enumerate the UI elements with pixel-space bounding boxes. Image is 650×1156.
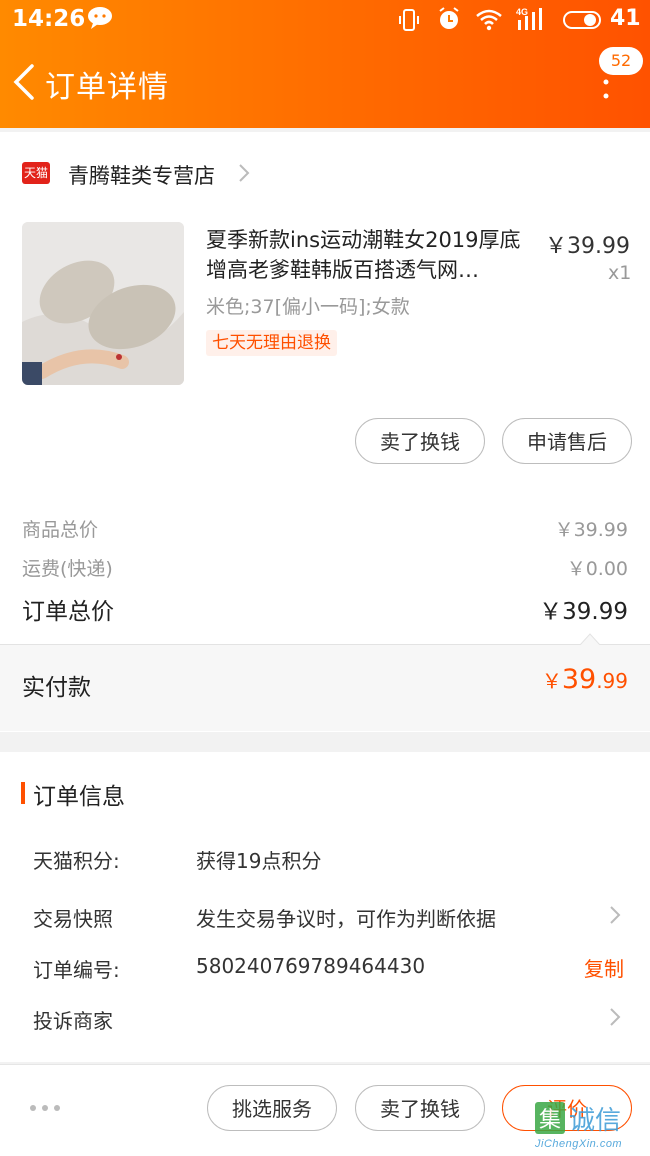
svg-text:集: 集 — [539, 1108, 561, 1133]
product-quantity: x1 — [608, 262, 632, 284]
paid-decimal: .99 — [596, 669, 628, 693]
svg-text:诚信: 诚信 — [569, 1106, 621, 1136]
page-title: 订单详情 — [45, 70, 169, 105]
shop-name[interactable]: 青腾鞋类专营店 — [68, 160, 215, 190]
product-price: ￥39.99 — [545, 234, 630, 259]
battery-level: 41 — [610, 6, 641, 31]
pick-service-button[interactable]: 挑选服务 — [207, 1085, 337, 1131]
sneaker-photo-icon — [22, 222, 184, 385]
shipping-label: 运费(快递) — [22, 558, 113, 580]
watermark-logo-icon: 集 诚信 — [535, 1102, 621, 1136]
alarm-icon — [439, 7, 459, 29]
signal-icon: 4G — [516, 7, 542, 30]
snapshot-label[interactable]: 交易快照 — [33, 903, 113, 932]
battery-icon — [563, 11, 601, 29]
section-accent-bar — [21, 782, 25, 804]
vibrate-icon — [399, 9, 419, 31]
order-total-value: ￥39.99 — [539, 599, 628, 625]
product-sku: 米色;37[偏小一码];女款 — [206, 296, 410, 318]
product-image[interactable] — [22, 222, 184, 385]
site-watermark: 集 诚信 JiChengXin.com — [533, 1098, 650, 1155]
chevron-right-icon[interactable] — [236, 160, 252, 186]
order-total-label: 订单总价 — [22, 599, 114, 625]
more-actions-icon[interactable] — [28, 1098, 62, 1118]
chevron-right-icon[interactable] — [608, 1005, 622, 1029]
order-number-label: 订单编号: — [33, 958, 120, 982]
goods-total-label: 商品总价 — [22, 519, 99, 541]
return-policy-tag: 七天无理由退换 — [206, 330, 337, 356]
svg-text:4G: 4G — [516, 7, 528, 17]
bottom-sell-for-cash-button[interactable]: 卖了换钱 — [355, 1085, 485, 1131]
wifi-icon — [476, 9, 502, 31]
paid-currency: ￥ — [541, 669, 562, 693]
status-time: 14:26 — [12, 6, 86, 32]
wechat-icon — [88, 7, 112, 29]
paid-integer: 39 — [561, 664, 597, 695]
tmall-logo-icon: 天猫 — [22, 162, 50, 184]
app-header: 14:26 4G 41 订单详情 52 — [0, 0, 650, 128]
product-title[interactable]: 夏季新款ins运动潮鞋女2019厚底增高老爹鞋韩版百搭透气网… — [206, 225, 531, 285]
back-arrow-icon[interactable] — [10, 62, 38, 102]
shipping-value: ￥0.00 — [566, 558, 628, 580]
complain-label[interactable]: 投诉商家 — [33, 1005, 113, 1034]
paid-amount: ￥39.99 — [542, 664, 628, 695]
chevron-right-icon[interactable] — [608, 903, 622, 927]
sell-for-cash-button[interactable]: 卖了换钱 — [355, 418, 485, 464]
points-label: 天猫积分: — [33, 849, 120, 873]
goods-total-value: ￥39.99 — [554, 519, 628, 541]
paid-label: 实付款 — [22, 675, 91, 701]
message-count-badge[interactable]: 52 — [599, 47, 643, 75]
snapshot-value[interactable]: 发生交易争议时，可作为判断依据 — [196, 903, 496, 932]
order-info-title: 订单信息 — [33, 784, 125, 810]
more-options-icon[interactable] — [600, 78, 612, 100]
after-sale-button[interactable]: 申请售后 — [502, 418, 632, 464]
watermark-url: JiChengXin.com — [535, 1138, 623, 1150]
status-bar: 14:26 4G 41 — [0, 0, 650, 40]
copy-button[interactable]: 复制 — [584, 953, 624, 982]
points-value: 获得19点积分 — [196, 849, 322, 873]
pointer-notch — [580, 633, 600, 646]
order-number-value: 580240769789464430 — [196, 954, 426, 978]
